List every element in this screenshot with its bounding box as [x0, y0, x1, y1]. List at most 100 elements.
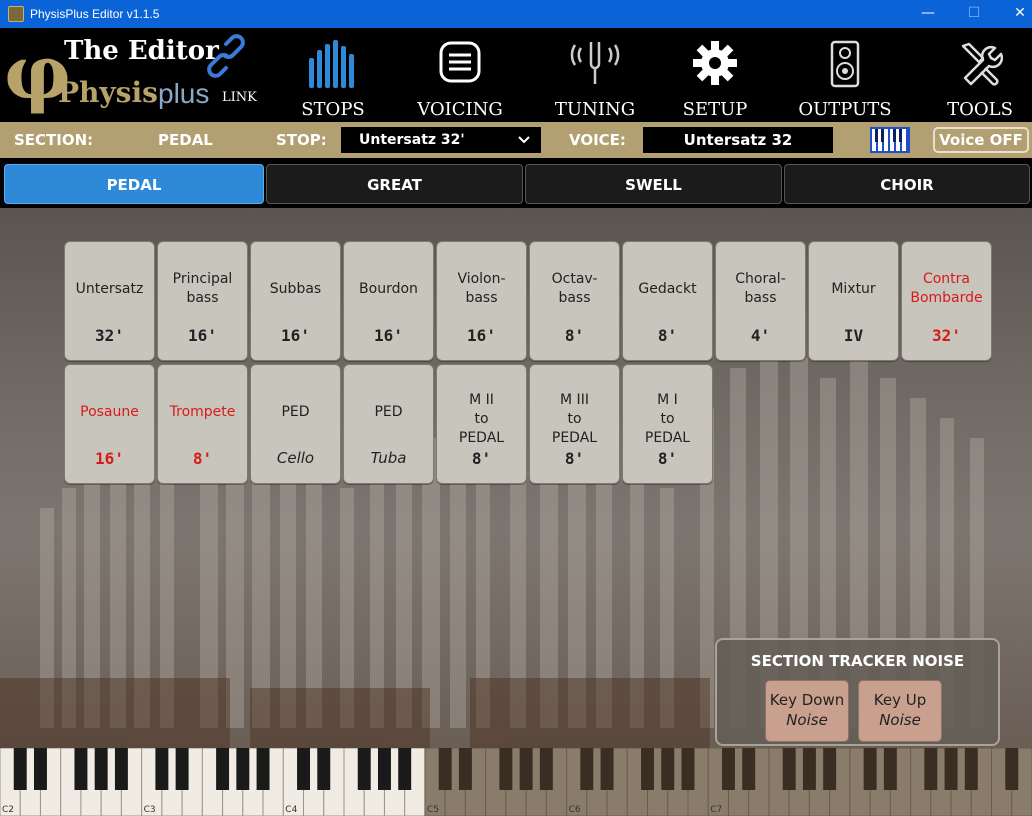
stop-button[interactable]: Bourdon 16' — [343, 241, 434, 361]
stop-pitch: 8' — [471, 449, 492, 468]
black-key[interactable] — [94, 748, 108, 790]
black-key[interactable] — [1005, 748, 1019, 790]
nav-setup-button[interactable]: SETUP — [665, 28, 765, 122]
minimize-button[interactable]: — — [905, 0, 951, 28]
black-key[interactable] — [782, 748, 796, 790]
stop-name: Trompete — [169, 404, 236, 420]
stop-button[interactable]: M II to PEDAL 8' — [436, 364, 527, 484]
keyboard-icon[interactable] — [870, 127, 910, 153]
black-key[interactable] — [924, 748, 938, 790]
stop-button[interactable]: Untersatz 32' — [64, 241, 155, 361]
black-key[interactable] — [458, 748, 472, 790]
stop-button[interactable]: M III to PEDAL 8' — [529, 364, 620, 484]
black-key[interactable] — [438, 748, 452, 790]
stop-name: Posaune — [80, 404, 139, 420]
black-key[interactable] — [802, 748, 816, 790]
stop-button[interactable]: Subbas 16' — [250, 241, 341, 361]
black-key[interactable] — [13, 748, 27, 790]
stop-name: Subbas — [269, 281, 322, 297]
black-key[interactable] — [641, 748, 655, 790]
nav-voicing-label: VOICING — [417, 99, 503, 120]
tuning-fork-icon — [570, 42, 620, 84]
tab-choir[interactable]: CHOIR — [784, 164, 1030, 204]
stop-pitch: 16' — [467, 326, 496, 345]
stop-name: Principal bass — [172, 271, 233, 306]
black-key[interactable] — [964, 748, 978, 790]
tab-pedal[interactable]: PEDAL — [4, 164, 264, 204]
link-label: LINK — [222, 90, 257, 105]
stop-name: PED — [374, 404, 403, 420]
nav-tuning-button[interactable]: TUNING — [545, 28, 645, 122]
tracker-title: SECTION TRACKER NOISE — [750, 652, 965, 670]
black-key[interactable] — [742, 748, 756, 790]
stop-button[interactable]: Violon- bass 16' — [436, 241, 527, 361]
black-key[interactable] — [883, 748, 897, 790]
stop-select[interactable]: Untersatz 32' — [341, 127, 541, 153]
black-key[interactable] — [661, 748, 675, 790]
stop-button[interactable]: Octav- bass 8' — [529, 241, 620, 361]
stop-name: Bourdon — [359, 281, 418, 297]
nav-voicing-button[interactable]: VOICING — [400, 28, 520, 122]
black-key[interactable] — [317, 748, 331, 790]
tab-swell[interactable]: SWELL — [525, 164, 782, 204]
black-key[interactable] — [600, 748, 614, 790]
stop-button[interactable]: PED Tuba — [343, 364, 434, 484]
black-key[interactable] — [155, 748, 169, 790]
stop-button[interactable]: Mixtur IV — [808, 241, 899, 361]
stop-name: M II to PEDAL — [458, 392, 505, 446]
key-down-noise-button[interactable]: Key Down Noise — [765, 680, 849, 742]
black-key[interactable] — [823, 748, 837, 790]
stop-button[interactable]: Contra Bombarde 32' — [901, 241, 992, 361]
black-key[interactable] — [519, 748, 533, 790]
black-key[interactable] — [297, 748, 311, 790]
stop-button[interactable]: Gedackt 8' — [622, 241, 713, 361]
black-key[interactable] — [863, 748, 877, 790]
black-key[interactable] — [721, 748, 735, 790]
black-key[interactable] — [499, 748, 513, 790]
logo-physis: Physis — [58, 76, 158, 109]
section-label: SECTION: — [14, 131, 94, 149]
organ-pipes-icon — [309, 40, 354, 88]
stop-button[interactable]: Choral- bass 4' — [715, 241, 806, 361]
key-up-noise-button[interactable]: Key Up Noise — [858, 680, 942, 742]
link-icon[interactable] — [204, 34, 248, 78]
black-key[interactable] — [398, 748, 412, 790]
nav-outputs-button[interactable]: OUTPUTS — [790, 28, 900, 122]
nav-stops-button[interactable]: STOPS — [290, 28, 376, 122]
voice-value: Untersatz 32 — [643, 127, 833, 153]
voice-label: VOICE: — [569, 131, 626, 149]
nav-tools-button[interactable]: TOOLS — [930, 28, 1030, 122]
stop-button[interactable]: Principal bass 16' — [157, 241, 248, 361]
stop-pitch: IV — [843, 326, 864, 345]
stop-button[interactable]: Trompete 8' — [157, 364, 248, 484]
stop-button[interactable]: PED Cello — [250, 364, 341, 484]
piano-keyboard[interactable]: C2 C3 C4 C5 C6 C7 — [0, 748, 1032, 816]
maximize-button[interactable]: ☐ — [951, 0, 997, 28]
black-key[interactable] — [33, 748, 47, 790]
black-key[interactable] — [357, 748, 371, 790]
black-key[interactable] — [114, 748, 128, 790]
tab-great[interactable]: GREAT — [266, 164, 523, 204]
octave-label: C4 — [285, 805, 297, 815]
voice-off-button[interactable]: Voice OFF — [933, 127, 1029, 153]
black-key[interactable] — [580, 748, 594, 790]
stop-pitch: Cello — [276, 449, 315, 467]
stop-button[interactable]: Posaune 16' — [64, 364, 155, 484]
stop-pitch: 8' — [192, 449, 213, 468]
black-key[interactable] — [681, 748, 695, 790]
window-titlebar: PhysisPlus Editor v1.1.5 — ☐ ✕ — [0, 0, 1032, 28]
close-button[interactable]: ✕ — [997, 0, 1032, 28]
black-key[interactable] — [539, 748, 553, 790]
black-key[interactable] — [216, 748, 230, 790]
stop-button[interactable]: M I to PEDAL 8' — [622, 364, 713, 484]
logo-title: The Editor — [64, 36, 219, 66]
black-key[interactable] — [175, 748, 189, 790]
black-key[interactable] — [236, 748, 250, 790]
black-key[interactable] — [256, 748, 270, 790]
chevron-down-icon — [517, 127, 531, 162]
stop-name: Octav- bass — [551, 271, 598, 306]
black-key[interactable] — [377, 748, 391, 790]
section-info-bar: SECTION: PEDAL STOP: Untersatz 32' VOICE… — [0, 122, 1032, 158]
black-key[interactable] — [944, 748, 958, 790]
black-key[interactable] — [74, 748, 88, 790]
